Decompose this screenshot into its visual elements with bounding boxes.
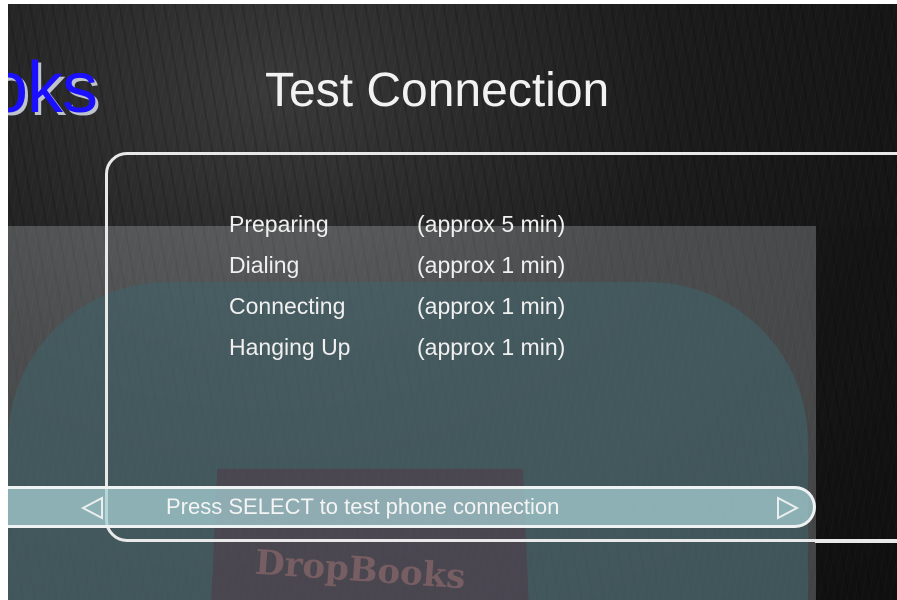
page-title: Test Connection (265, 64, 610, 117)
left-arrow-icon[interactable] (80, 495, 106, 521)
list-item: Hanging Up (approx 1 min) (229, 327, 649, 368)
left-margin (0, 0, 8, 600)
list-item: Dialing (approx 1 min) (229, 245, 649, 286)
top-margin (0, 0, 897, 4)
frame-bottom-edge (815, 540, 897, 543)
watermark-text: oks (0, 48, 98, 128)
step-name: Preparing (229, 211, 329, 237)
step-time: (approx 1 min) (417, 252, 566, 278)
step-time: (approx 1 min) (417, 334, 566, 360)
steps-list: Preparing (approx 5 min) Dialing (approx… (229, 204, 649, 368)
step-name: Hanging Up (229, 334, 351, 360)
select-prompt: Press SELECT to test phone connection (166, 494, 560, 519)
step-time: (approx 5 min) (417, 211, 566, 237)
tv-screen: DropBooks oks Test Connection Preparing … (0, 0, 897, 600)
list-item: Preparing (approx 5 min) (229, 204, 649, 245)
step-name: Connecting (229, 293, 346, 319)
select-bar[interactable]: Press SELECT to test phone connection (8, 486, 816, 528)
step-name: Dialing (229, 252, 300, 278)
step-time: (approx 1 min) (417, 293, 566, 319)
list-item: Connecting (approx 1 min) (229, 286, 649, 327)
right-arrow-icon[interactable] (774, 495, 800, 521)
